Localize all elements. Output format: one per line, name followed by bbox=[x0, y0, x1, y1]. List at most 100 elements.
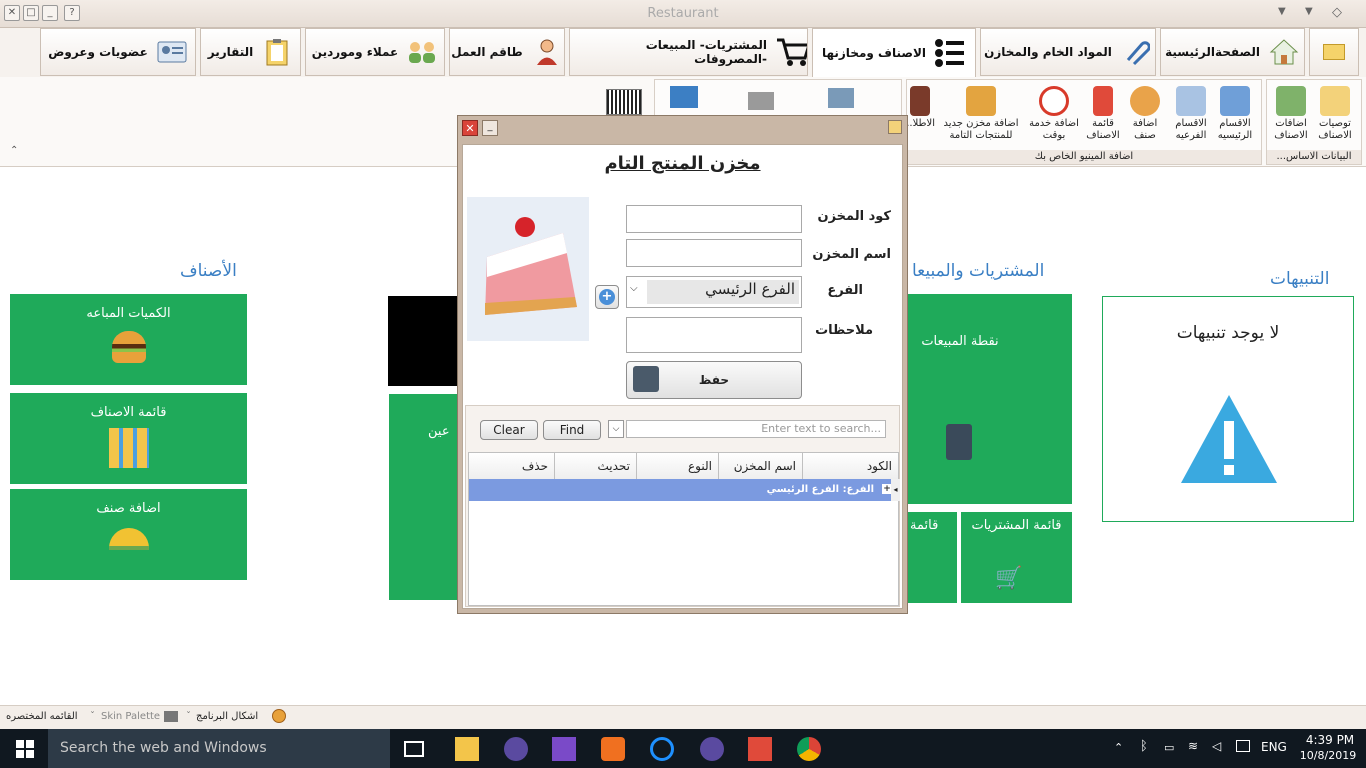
column-header-update[interactable]: تحديث bbox=[555, 453, 637, 479]
ribbon-item-label: اضافة مخزن جديد للمنتجات التامة bbox=[943, 118, 1019, 141]
store-code-input[interactable] bbox=[626, 205, 802, 233]
grid-icon bbox=[1220, 86, 1250, 116]
tile-sold-quantities-label: الكميات المباعه bbox=[86, 306, 171, 321]
dialog-minimize-button[interactable]: _ bbox=[482, 120, 498, 136]
group-row-main-branch[interactable]: الفرع: الفرع الرئيسي + bbox=[469, 479, 900, 501]
ribbon-item-additions[interactable]: اضافات الاصناف bbox=[1269, 86, 1313, 142]
add-branch-button[interactable]: + bbox=[595, 285, 619, 309]
ribbon-item-add-item[interactable]: اضافة صنف bbox=[1123, 86, 1167, 142]
application-menu-button[interactable] bbox=[1309, 28, 1359, 76]
tile-pos[interactable]: نقطة المبيعات bbox=[908, 294, 1072, 504]
tile-sold-quantities[interactable]: الكميات المباعه bbox=[10, 294, 247, 385]
ribbon-options-icon[interactable]: ▼ bbox=[1305, 6, 1313, 17]
tab-purchases-sales[interactable]: المشتريات- المبيعات -المصروفات bbox=[569, 28, 808, 76]
ribbon-item-main-sections[interactable]: الاقسام الرئيسيه bbox=[1213, 86, 1257, 142]
ribbon-item-sub-sections[interactable]: الاقسام الفرعيه bbox=[1169, 86, 1213, 142]
tray-up-icon[interactable]: ⌃ bbox=[1114, 741, 1123, 754]
tile-hidden[interactable]: عين bbox=[389, 394, 458, 600]
search-history-dropdown[interactable]: ⌵ bbox=[608, 420, 624, 438]
windows-start-icon[interactable] bbox=[16, 740, 34, 758]
ribbon-item-recommendations[interactable]: توصيات الاصناف bbox=[1313, 86, 1357, 142]
dropdown-arrow-icon[interactable]: ˇ bbox=[90, 711, 95, 722]
app-icon[interactable] bbox=[504, 737, 528, 761]
taco-icon bbox=[108, 528, 149, 550]
branch-select[interactable]: الفرع الرئيسي ⌵ bbox=[626, 276, 802, 308]
visual-studio-icon[interactable] bbox=[552, 737, 576, 761]
chrome-icon[interactable] bbox=[797, 737, 821, 761]
restore-icon[interactable]: ◇ bbox=[1332, 5, 1342, 20]
save-button[interactable]: حفظ bbox=[626, 361, 802, 399]
tab-memberships-offers[interactable]: عضويات وعروض bbox=[40, 28, 196, 76]
tree-icon bbox=[1176, 86, 1206, 116]
collapse-arrow-icon[interactable]: ⌃ bbox=[10, 145, 18, 156]
program-skins-link[interactable]: اشكال البرنامج bbox=[196, 711, 258, 722]
store-code-label: كود المخزن bbox=[817, 209, 891, 224]
tab-staff[interactable]: طاقم العمل bbox=[449, 28, 565, 76]
item-list-icon bbox=[1093, 86, 1113, 116]
network-icon[interactable]: ▭ bbox=[1164, 741, 1174, 754]
column-header-type[interactable]: النوع bbox=[637, 453, 719, 479]
quick-menu-link[interactable]: القائمه المختصره bbox=[6, 711, 78, 722]
taskbar-search-box[interactable]: Search the web and Windows bbox=[48, 729, 390, 768]
printer-icon[interactable] bbox=[748, 92, 774, 110]
search-input[interactable]: Enter text to search... bbox=[626, 420, 886, 438]
card-icon[interactable] bbox=[670, 86, 698, 108]
column-header-code[interactable]: الكود bbox=[803, 453, 899, 479]
house-icon bbox=[1268, 36, 1300, 68]
wifi-icon[interactable]: ≋ bbox=[1188, 739, 1198, 753]
clock-time[interactable]: 4:39 PM bbox=[1302, 733, 1358, 747]
barcode-icon[interactable] bbox=[606, 89, 642, 115]
restaurant-app-icon[interactable] bbox=[748, 737, 772, 761]
ribbon-item-more[interactable]: الاطلا... bbox=[905, 86, 935, 130]
tile-items-list[interactable]: قائمة الاصناف bbox=[10, 393, 247, 484]
dialog-heading: مخزن المنتج التام bbox=[604, 153, 761, 174]
find-button[interactable]: Find bbox=[543, 420, 601, 440]
tab-reports[interactable]: التقارير bbox=[200, 28, 301, 76]
tile-list-partial[interactable]: قائمة bbox=[908, 512, 957, 603]
tile-purchases-list[interactable]: قائمة المشتريات 🛒 bbox=[961, 512, 1072, 603]
language-indicator[interactable]: ENG bbox=[1261, 740, 1287, 754]
column-header-delete[interactable]: حذف bbox=[469, 453, 555, 479]
floppy-disk-icon bbox=[633, 366, 659, 392]
tab-raw-materials-label: المواد الخام والمخازن bbox=[984, 45, 1112, 59]
volume-icon[interactable]: ◁ bbox=[1212, 739, 1221, 753]
skin-palette-link[interactable]: Skin Palette bbox=[101, 711, 160, 722]
notes-input[interactable] bbox=[626, 317, 802, 353]
dropdown-arrow-icon[interactable]: ˇ bbox=[186, 711, 191, 722]
edge-icon[interactable] bbox=[650, 737, 674, 761]
tab-items-stores[interactable]: الاصناف ومخازنها bbox=[812, 28, 976, 78]
tab-raw-materials[interactable]: المواد الخام والمخازن bbox=[980, 28, 1156, 76]
xampp-icon[interactable] bbox=[601, 737, 625, 761]
ribbon-item-items-list[interactable]: قائمة الاصناف bbox=[1081, 86, 1125, 142]
data-grid: الكود اسم المخزن النوع تحديث حذف الفرع: … bbox=[468, 452, 900, 606]
tile-list-partial-label: قائمة bbox=[910, 518, 939, 533]
task-view-icon[interactable] bbox=[404, 741, 424, 757]
column-header-store-name[interactable]: اسم المخزن bbox=[719, 453, 803, 479]
bluetooth-icon[interactable]: ᛒ bbox=[1140, 739, 1148, 754]
tab-memberships-offers-label: عضويات وعروض bbox=[48, 45, 148, 59]
cake-image bbox=[467, 197, 589, 341]
collapse-ribbon-icon[interactable]: ▼ bbox=[1278, 6, 1286, 17]
ribbon-item-timed-service[interactable]: اضافة خدمة بوقت bbox=[1029, 86, 1079, 142]
machine-icon[interactable] bbox=[828, 88, 854, 108]
tile-add-item-label: اضافة صنف bbox=[96, 501, 161, 516]
store-dialog: ✕ _ مخزن المنتج التام كود المخزن اسم الم… bbox=[457, 115, 908, 614]
tab-customers-suppliers[interactable]: عملاء وموردين bbox=[305, 28, 445, 76]
app-title: Restaurant bbox=[647, 6, 719, 21]
notifications-icon[interactable] bbox=[1236, 740, 1250, 752]
tile-add-item[interactable]: اضافة صنف bbox=[10, 489, 247, 580]
items-title: الأصناف bbox=[180, 261, 237, 281]
plus-icon: + bbox=[599, 289, 615, 305]
file-explorer-icon[interactable] bbox=[455, 737, 479, 761]
ribbon-item-new-store[interactable]: اضافة مخزن جديد للمنتجات التامة bbox=[939, 86, 1023, 142]
save-button-label: حفظ bbox=[698, 373, 730, 387]
dialog-close-button[interactable]: ✕ bbox=[462, 120, 478, 136]
branch-select-value: الفرع الرئيسي bbox=[647, 280, 799, 304]
clear-button[interactable]: Clear bbox=[480, 420, 538, 440]
tab-home[interactable]: الصفحةالرئيسية bbox=[1160, 28, 1305, 76]
store-name-input[interactable] bbox=[626, 239, 802, 267]
notes-label: ملاحظات bbox=[815, 323, 873, 338]
clock-date[interactable]: 10/8/2019 bbox=[1298, 749, 1358, 762]
app-icon-2[interactable] bbox=[700, 737, 724, 761]
ribbon-group-caption: اضافة المينيو الخاص بك bbox=[907, 150, 1261, 164]
